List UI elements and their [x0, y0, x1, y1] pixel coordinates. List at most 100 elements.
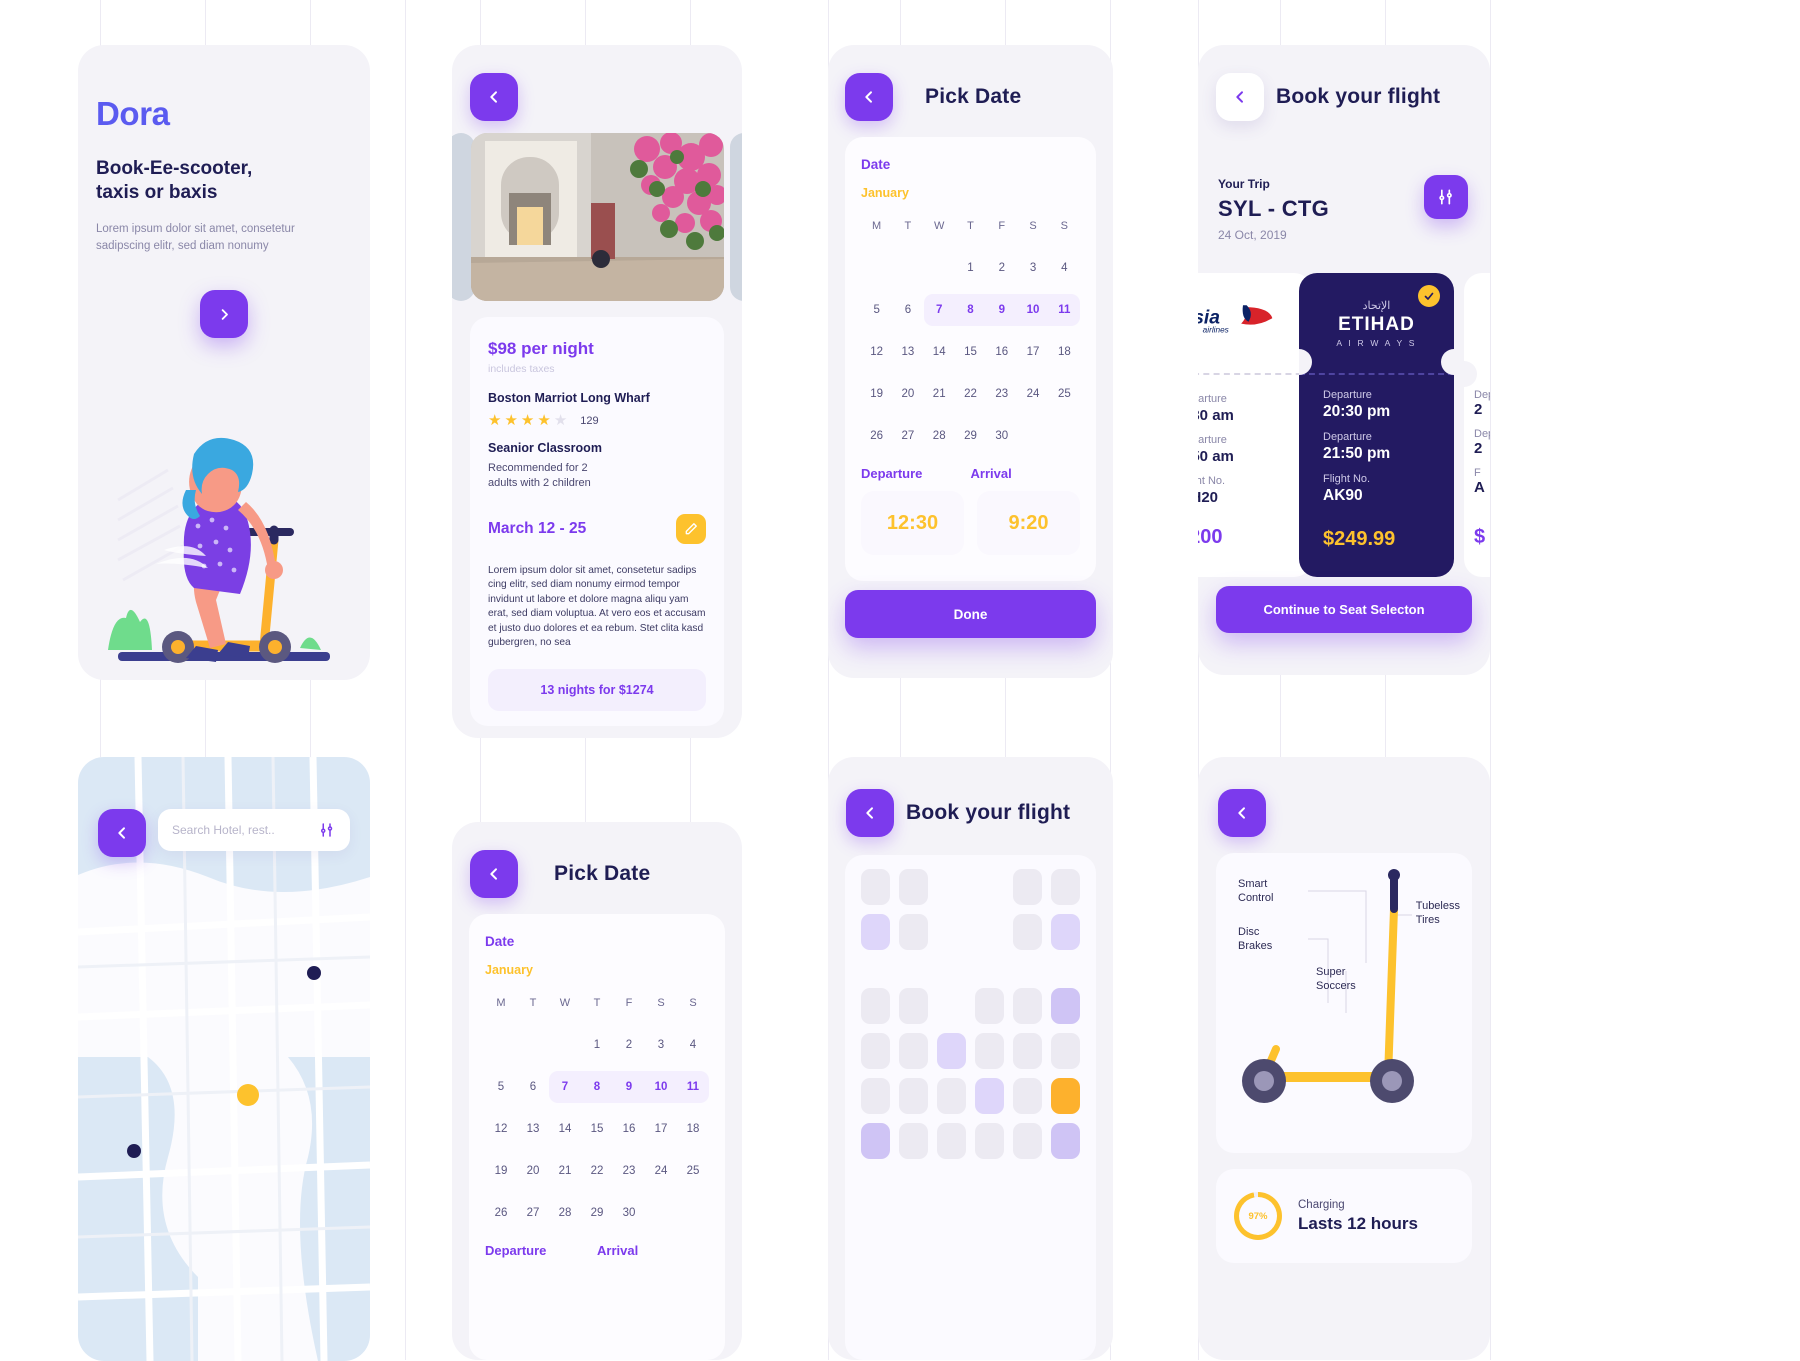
- seat[interactable]: [861, 869, 890, 905]
- day-cell[interactable]: 28: [924, 420, 955, 452]
- calendar-week-3[interactable]: 12 13 14 15 16 17 18: [861, 336, 1080, 368]
- seat[interactable]: [899, 1033, 928, 1069]
- calendar-week-4[interactable]: 19 20 21 22 23 24 25: [861, 378, 1080, 410]
- day-cell[interactable]: 13: [892, 336, 923, 368]
- day-cell[interactable]: 4: [677, 1029, 709, 1061]
- day-cell[interactable]: 27: [892, 420, 923, 452]
- day-cell[interactable]: 6: [892, 294, 923, 326]
- day-cell[interactable]: 30: [986, 420, 1017, 452]
- seat[interactable]: [1013, 869, 1042, 905]
- day-cell-selected[interactable]: 8: [581, 1071, 613, 1103]
- seat[interactable]: [937, 1123, 966, 1159]
- day-cell[interactable]: 23: [613, 1155, 645, 1187]
- seat[interactable]: [861, 1078, 890, 1114]
- day-cell[interactable]: 25: [677, 1155, 709, 1187]
- day-cell-selected[interactable]: 9: [613, 1071, 645, 1103]
- day-cell[interactable]: 2: [613, 1029, 645, 1061]
- calendar2-week-1[interactable]: 1 2 3 4: [485, 1029, 709, 1061]
- seat-back-button[interactable]: [846, 789, 894, 837]
- day-cell[interactable]: 14: [549, 1113, 581, 1145]
- seat[interactable]: [975, 1033, 1004, 1069]
- map-search-input[interactable]: Search Hotel, rest..: [172, 823, 318, 837]
- seat[interactable]: [1051, 988, 1080, 1024]
- pickdate2-back-button[interactable]: [470, 850, 518, 898]
- day-cell[interactable]: 15: [581, 1113, 613, 1145]
- day-cell-selected[interactable]: 10: [1017, 294, 1049, 326]
- day-cell[interactable]: 12: [861, 336, 892, 368]
- day-cell-selected[interactable]: 7: [549, 1071, 581, 1103]
- scooter-back-button[interactable]: [1218, 789, 1266, 837]
- seat[interactable]: [1013, 1033, 1042, 1069]
- departure-time-field[interactable]: 12:30: [861, 491, 964, 555]
- flight-ticket-third[interactable]: Departure 2 Departure 2 F A $: [1464, 273, 1490, 577]
- calendar-week-2[interactable]: 5 6 7 8 9 10 11: [861, 294, 1080, 326]
- day-cell[interactable]: 28: [549, 1197, 581, 1229]
- seat[interactable]: [861, 914, 890, 950]
- flight-filter-button[interactable]: [1424, 175, 1468, 219]
- day-cell[interactable]: 4: [1049, 252, 1080, 284]
- day-cell[interactable]: 20: [517, 1155, 549, 1187]
- day-cell[interactable]: 27: [517, 1197, 549, 1229]
- hotel-back-button[interactable]: [470, 73, 518, 121]
- day-cell[interactable]: 26: [861, 420, 892, 452]
- seat[interactable]: [1013, 914, 1042, 950]
- done-button[interactable]: Done: [845, 590, 1096, 638]
- calendar2-week-4[interactable]: 19 20 21 22 23 24 25: [485, 1155, 709, 1187]
- flight-back-button[interactable]: [1216, 73, 1264, 121]
- hotel-photo-main[interactable]: [471, 133, 724, 301]
- day-cell[interactable]: 19: [861, 378, 892, 410]
- day-cell[interactable]: 30: [613, 1197, 645, 1229]
- day-cell[interactable]: 5: [485, 1071, 517, 1103]
- seat-grid-front[interactable]: [861, 869, 1080, 1159]
- day-cell[interactable]: 22: [581, 1155, 613, 1187]
- seat[interactable]: [899, 988, 928, 1024]
- seat[interactable]: [1051, 1033, 1080, 1069]
- seat[interactable]: [1013, 988, 1042, 1024]
- arrival-time-field[interactable]: 9:20: [977, 491, 1080, 555]
- day-cell[interactable]: 16: [613, 1113, 645, 1145]
- seat[interactable]: [861, 1123, 890, 1159]
- calendar2-week-2[interactable]: 5 6 7 8 9 10 11: [485, 1071, 709, 1103]
- day-cell[interactable]: 21: [924, 378, 955, 410]
- day-cell[interactable]: 12: [485, 1113, 517, 1145]
- seat[interactable]: [937, 1078, 966, 1114]
- day-cell[interactable]: 20: [892, 378, 923, 410]
- day-cell[interactable]: 25: [1049, 378, 1080, 410]
- seat[interactable]: [899, 1078, 928, 1114]
- day-cell[interactable]: 6: [517, 1071, 549, 1103]
- map-search-bar[interactable]: Search Hotel, rest..: [158, 809, 350, 851]
- seat[interactable]: [899, 914, 928, 950]
- flight-ticket-malaysia[interactable]: ysia airlines Departure 7:30 am Departur…: [1198, 273, 1312, 577]
- day-cell[interactable]: 16: [986, 336, 1017, 368]
- day-cell[interactable]: 18: [677, 1113, 709, 1145]
- hotel-photo-next[interactable]: [730, 133, 742, 301]
- day-cell[interactable]: 3: [1017, 252, 1048, 284]
- hotel-photo-carousel[interactable]: [452, 133, 742, 301]
- day-cell-selected[interactable]: 11: [1048, 294, 1080, 326]
- day-cell[interactable]: 15: [955, 336, 986, 368]
- flight-ticket-list[interactable]: ysia airlines Departure 7:30 am Departur…: [1198, 273, 1490, 577]
- seat[interactable]: [1013, 1123, 1042, 1159]
- calendar2-week-3[interactable]: 12 13 14 15 16 17 18: [485, 1113, 709, 1145]
- day-cell[interactable]: 23: [986, 378, 1017, 410]
- seat[interactable]: [1051, 869, 1080, 905]
- day-cell[interactable]: 1: [955, 252, 986, 284]
- day-cell[interactable]: 26: [485, 1197, 517, 1229]
- seat[interactable]: [899, 869, 928, 905]
- day-cell[interactable]: 13: [517, 1113, 549, 1145]
- edit-dates-button[interactable]: [676, 513, 706, 544]
- day-cell-selected[interactable]: 8: [954, 294, 987, 326]
- day-cell[interactable]: 1: [581, 1029, 613, 1061]
- seat[interactable]: [975, 1078, 1004, 1114]
- sliders-icon[interactable]: [318, 821, 336, 839]
- seat[interactable]: [1013, 1078, 1042, 1114]
- day-cell[interactable]: 29: [955, 420, 986, 452]
- seat[interactable]: [899, 1123, 928, 1159]
- seat[interactable]: [861, 1033, 890, 1069]
- day-cell[interactable]: 2: [986, 252, 1017, 284]
- day-cell[interactable]: 22: [955, 378, 986, 410]
- seat[interactable]: [937, 1033, 966, 1069]
- day-cell[interactable]: 17: [1017, 336, 1048, 368]
- pickdate-back-button[interactable]: [845, 73, 893, 121]
- day-cell[interactable]: 19: [485, 1155, 517, 1187]
